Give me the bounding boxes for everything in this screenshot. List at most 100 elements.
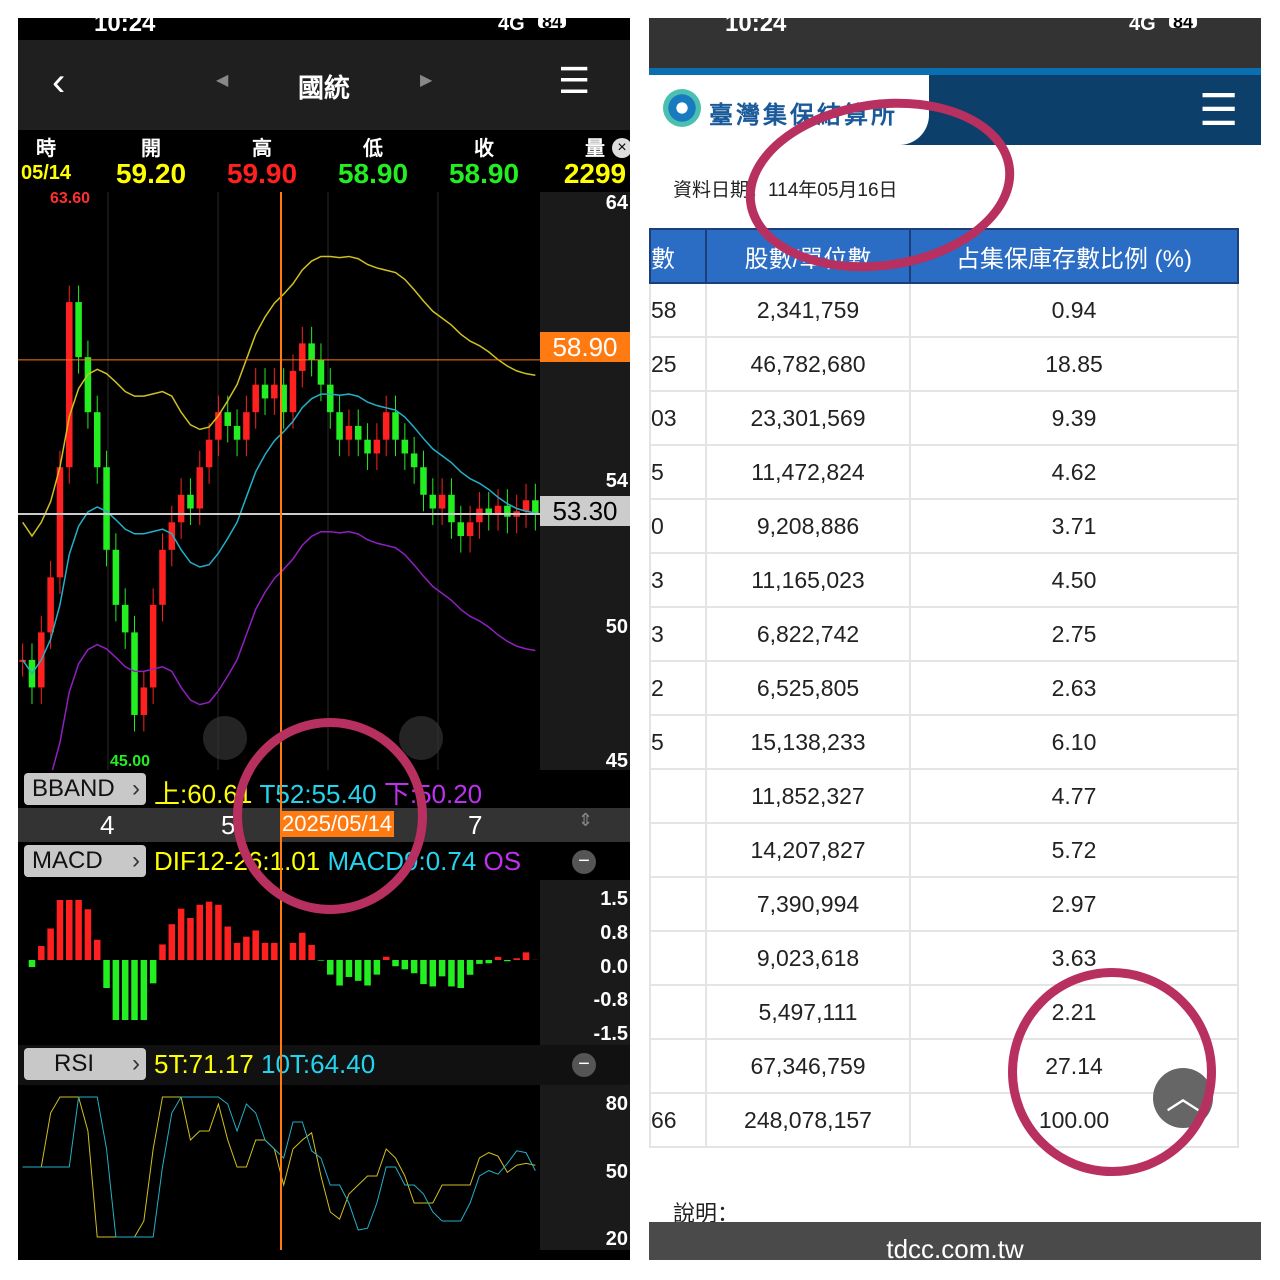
candle-body — [438, 494, 446, 509]
table-row: 3 6,822,742 2.75 — [649, 606, 1239, 662]
cell-count — [649, 876, 707, 932]
rsi-line — [22, 1096, 536, 1238]
candle-body — [243, 412, 250, 440]
cell-shares: 15,138,233 — [705, 714, 911, 770]
chevron-left-icon[interactable]: ‹ — [52, 60, 65, 105]
time: 10:24 — [725, 18, 787, 37]
macd-tag[interactable]: MACD › — [24, 845, 146, 877]
macd-bar — [149, 960, 157, 984]
macd-bar — [261, 942, 269, 960]
candle-body — [299, 343, 306, 371]
cell-count: 66 — [649, 1092, 707, 1148]
low-label: 45.00 — [110, 753, 151, 770]
ohlc-header-label: 開 — [141, 138, 161, 160]
cell-ratio: 2.75 — [909, 606, 1239, 662]
table-row: 3 11,165,023 4.50 — [649, 552, 1239, 608]
rsi-10: 10T:64.40 — [260, 1049, 376, 1079]
logo-icon — [663, 89, 701, 127]
table-row: 5 15,138,233 6.10 — [649, 714, 1239, 770]
table-row: 58 2,341,759 0.94 — [649, 282, 1239, 338]
resize-handle-icon[interactable]: ⇕ — [578, 810, 593, 831]
candle-body — [103, 467, 110, 550]
macd-bar — [38, 946, 45, 960]
column-header: 數 — [649, 228, 707, 284]
macd-bar — [289, 942, 297, 960]
macd-bar — [354, 960, 362, 981]
close-icon[interactable]: × — [612, 138, 630, 158]
candle-body — [177, 494, 185, 523]
candle-body — [112, 549, 120, 605]
cell-ratio: 2.97 — [909, 876, 1239, 932]
url-bar[interactable]: tdcc.com.tw — [649, 1222, 1261, 1260]
macd-bar — [457, 960, 465, 988]
last-price-badge: 58.90 — [540, 332, 630, 362]
cell-shares: 23,301,569 — [705, 390, 911, 446]
macd-bar — [140, 960, 148, 1020]
macd-bar — [205, 901, 213, 960]
macd-bar — [466, 960, 474, 975]
cell-shares: 11,165,023 — [705, 552, 911, 608]
cell-shares: 11,472,824 — [705, 444, 911, 500]
ohlc-value: 05/14 — [20, 162, 72, 184]
candle-body — [205, 439, 213, 468]
cursor-price-badge: 53.30 — [540, 496, 630, 526]
collapse-icon[interactable]: − — [572, 850, 596, 874]
macd-bar — [177, 908, 185, 960]
bband-tag[interactable]: BBAND › — [24, 773, 146, 805]
cell-count — [649, 768, 707, 824]
table-row: 03 23,301,569 9.39 — [649, 390, 1239, 446]
highlight-circle — [1008, 968, 1216, 1176]
cell-count: 58 — [649, 282, 707, 338]
ohlc-value: 58.90 — [448, 158, 520, 189]
cell-shares: 6,525,805 — [705, 660, 911, 716]
crosshair-line — [280, 192, 282, 1250]
candle-body — [317, 359, 325, 385]
candle-body — [159, 549, 166, 605]
candle-body — [504, 505, 511, 517]
macd-bar — [336, 960, 343, 986]
stock-chart-screen: 10:24 4G 84 ‹ ◀ 國統 ▶ ☰ 時 05/14 開 59.20 高 59.9… — [18, 18, 630, 1260]
app-header: ‹ ◀ 國統 ▶ ☰ — [18, 40, 630, 130]
highlight-circle — [233, 718, 427, 914]
ohlc-value: 59.90 — [226, 158, 298, 189]
bband-line — [22, 255, 536, 538]
macd-bar — [187, 918, 194, 960]
macd-bar — [47, 928, 54, 960]
candle-body — [261, 384, 269, 399]
macd-bar — [103, 960, 110, 988]
candle-body — [131, 632, 138, 715]
url: tdcc.com.tw — [886, 1234, 1024, 1260]
table-row: 0 9,208,886 3.71 — [649, 498, 1239, 554]
macd-bar — [401, 960, 409, 970]
cell-ratio: 2.63 — [909, 660, 1239, 716]
candle-body — [168, 522, 176, 550]
scroll-right-icon[interactable] — [399, 716, 443, 760]
candle-body — [327, 384, 334, 413]
prev-stock-icon[interactable]: ◀ — [216, 70, 228, 90]
next-stock-icon[interactable]: ▶ — [420, 70, 432, 90]
rsi-row: RSI › 5T:71.17 10T:64.40 − — [18, 1045, 630, 1085]
macd-bar — [494, 956, 502, 960]
table-row: 11,852,327 4.77 — [649, 768, 1239, 824]
macd-chart — [28, 900, 539, 1020]
hamburger-icon[interactable]: ☰ — [558, 60, 590, 102]
axis-label: -1.5 — [593, 1023, 628, 1045]
cell-shares: 9,023,618 — [705, 930, 911, 986]
scroll-left-icon[interactable] — [203, 716, 247, 760]
candle-body — [121, 604, 129, 633]
candle-body — [289, 370, 297, 413]
macd-bar — [327, 960, 334, 975]
collapse-icon[interactable]: − — [572, 1053, 596, 1077]
ohlc-header-label: 收 — [474, 138, 494, 160]
macd-bar — [345, 960, 353, 977]
hamburger-icon[interactable]: ☰ — [1199, 85, 1238, 136]
candle-body — [476, 508, 483, 523]
candle-body — [84, 357, 92, 413]
rsi-tag[interactable]: RSI › — [24, 1048, 146, 1080]
candle-body — [149, 604, 157, 688]
cell-count: 5 — [649, 444, 707, 500]
axis-label: 0.8 — [600, 921, 628, 944]
macd-bar — [112, 960, 120, 1020]
macd-bar — [438, 960, 446, 977]
cell-count — [649, 822, 707, 878]
